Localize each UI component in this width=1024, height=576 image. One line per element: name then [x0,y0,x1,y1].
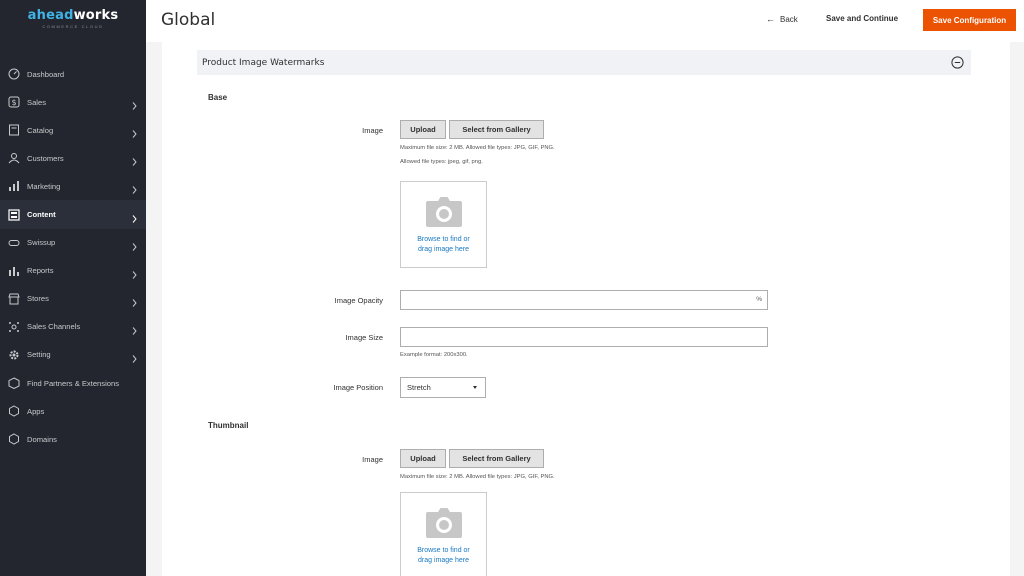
sidebar-item-find-partners-extensions[interactable]: Find Partners & Extensions [0,369,146,397]
chevron-right-icon [131,126,138,139]
sidebar-item-apps[interactable]: Apps [0,397,146,425]
thumbnail-upload-button[interactable]: Upload [400,449,446,468]
base-file-types-note: Allowed file types: jpeg, gif, png. [400,159,483,165]
sidebar-item-label: Find Partners & Extensions [27,378,120,388]
page-header: Global ← Back Save and Continue Save Con… [146,0,1024,42]
base-select-gallery-button[interactable]: Select from Gallery [449,120,544,139]
logo[interactable]: aheadworks COMMERCE CLOUD [0,8,146,29]
gear-icon [8,349,20,361]
customers-icon [8,152,20,164]
image-opacity-label: Image Opacity [334,296,383,305]
image-position-select[interactable]: Stretch [400,377,486,398]
percent-suffix: % [756,296,762,303]
camera-icon [426,197,462,227]
catalog-icon [8,124,20,136]
sidebar-item-label: Content [27,210,56,220]
base-file-size-note: Maximum file size: 2 MB. Allowed file ty… [400,145,555,151]
collapse-icon[interactable] [951,56,964,69]
svg-text:$: $ [11,98,16,107]
chevron-right-icon [131,98,138,110]
sidebar-item-label: Reports [27,266,54,276]
image-size-label: Image Size [345,333,383,342]
sidebar-item-catalog[interactable]: Catalog [0,116,146,144]
sidebar-item-sales-channels[interactable]: Sales Channels [0,313,146,341]
sidebar-item-label: Stores [27,294,49,304]
sidebar-item-reports[interactable]: Reports [0,257,146,285]
logo-wordmark: aheadworks [27,8,119,23]
section-header-watermarks[interactable]: Product Image Watermarks [197,50,971,75]
dropdown-caret-icon [473,386,477,389]
sidebar-item-marketing[interactable]: Marketing [0,172,146,200]
sidebar-item-label: Catalog [27,125,54,135]
section-title: Product Image Watermarks [202,57,325,68]
sidebar-item-label: Swissup [27,238,56,248]
chevron-right-icon [131,154,138,167]
sidebar-item-label: Domains [27,434,57,444]
page-title: Global [161,10,216,30]
chevron-right-icon [131,182,138,195]
sidebar-item-dashboard[interactable]: Dashboard [0,60,146,88]
marketing-icon [8,180,20,192]
base-image-label: Image [362,126,383,135]
sidebar-item-label: Sales Channels [27,322,81,332]
chevron-right-icon [131,322,138,335]
thumbnail-file-size-note: Maximum file size: 2 MB. Allowed file ty… [400,474,555,480]
chevron-right-icon [131,266,138,279]
sidebar-item-label: Dashboard [27,69,65,79]
save-configuration-button[interactable]: Save Configuration [923,9,1016,31]
stores-icon [8,293,20,305]
arrow-left-icon: ← [766,14,775,24]
sidebar-item-label: Marketing [27,181,61,191]
sidebar: aheadworks COMMERCE CLOUD Dashboard $ Sale… [0,0,146,576]
content-icon [8,208,20,221]
dropzone-text: Browse to find or drag image here [417,236,470,253]
sales-channels-icon [8,321,20,333]
sidebar-item-domains[interactable]: Domains [0,425,146,453]
logo-tagline: COMMERCE CLOUD [42,24,104,29]
thumbnail-heading: Thumbnail [208,421,249,430]
reports-icon [8,265,20,277]
save-and-continue-button[interactable]: Save and Continue [826,14,898,23]
chevron-right-icon [131,238,138,251]
sidebar-nav: Dashboard $ Sales Catalog Customers Marketing… [0,60,146,453]
domains-icon [8,433,20,445]
thumbnail-image-label: Image [362,455,383,464]
chevron-right-icon [131,294,138,307]
sidebar-item-sales[interactable]: $ Sales [0,88,146,116]
base-upload-button[interactable]: Upload [400,120,446,139]
camera-icon [426,508,462,538]
back-button-label: Back [780,14,798,24]
chevron-right-icon [131,210,138,223]
image-position-label: Image Position [333,383,383,392]
sidebar-item-stores[interactable]: Stores [0,285,146,313]
sidebar-item-swissup[interactable]: Swissup [0,229,146,257]
main-content: Product Image Watermarks Base Image Uplo… [162,42,1010,576]
image-size-note: Example format: 200x300. [400,352,468,358]
swissup-icon [8,237,20,249]
sidebar-item-label: Sales [27,97,46,107]
sidebar-item-label: Customers [27,153,64,163]
thumbnail-image-dropzone[interactable]: Browse to find or drag image here [400,492,487,576]
image-size-input[interactable] [400,327,768,347]
image-opacity-input[interactable]: % [400,290,768,310]
thumbnail-select-gallery-button[interactable]: Select from Gallery [449,449,544,468]
apps-icon [8,405,20,417]
back-button[interactable]: ← Back [766,14,798,24]
base-heading: Base [208,93,228,102]
extensions-icon [8,377,20,390]
base-image-dropzone[interactable]: Browse to find or drag image here [400,181,487,268]
dashboard-icon [8,68,20,80]
dropzone-text: Browse to find or drag image here [417,547,470,564]
sidebar-item-label: Setting [27,350,51,360]
sidebar-item-content[interactable]: Content [0,200,146,229]
chevron-right-icon [131,350,138,363]
sidebar-item-customers[interactable]: Customers [0,144,146,172]
dollar-icon: $ [8,96,20,108]
sidebar-item-label: Apps [27,406,45,416]
sidebar-item-setting[interactable]: Setting [0,341,146,369]
